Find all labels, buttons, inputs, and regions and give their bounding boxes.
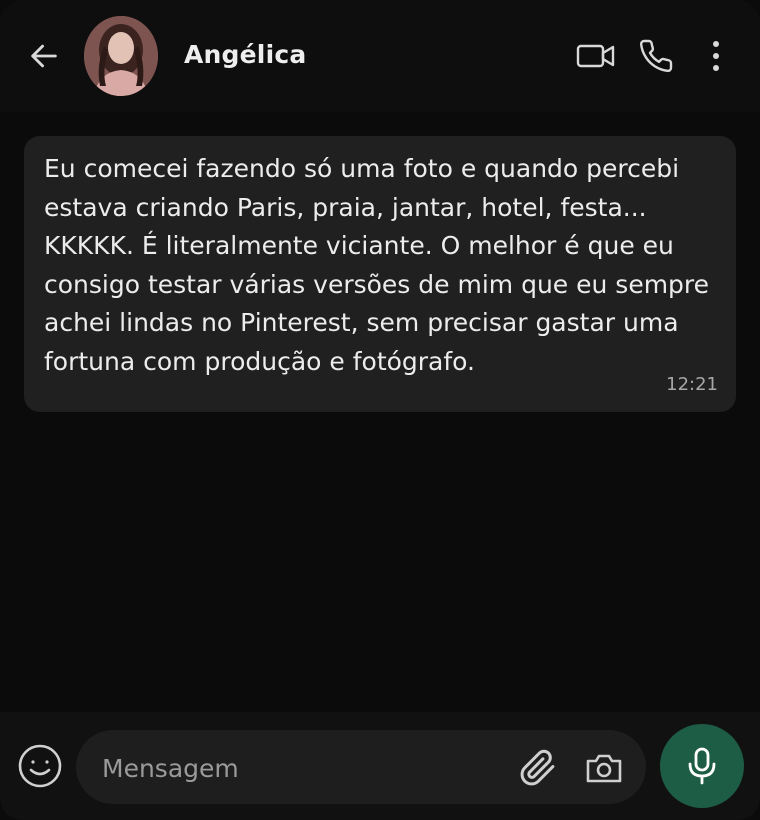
chat-header: Angélica: [0, 0, 760, 112]
composer-bar: [0, 712, 760, 820]
video-camera-icon: [576, 44, 615, 68]
voice-message-button[interactable]: [660, 724, 744, 808]
voice-call-button[interactable]: [636, 36, 676, 76]
chat-window: Angélica Eu comecei fazendo só uma foto …: [0, 0, 760, 820]
contact-name[interactable]: Angélica: [184, 40, 306, 69]
back-button[interactable]: [24, 36, 64, 76]
message-input-container: [76, 730, 646, 804]
avatar-image: [84, 16, 158, 96]
emoji-button[interactable]: [16, 742, 64, 790]
attach-button[interactable]: [516, 746, 560, 790]
microphone-icon: [688, 747, 716, 785]
message-bubble[interactable]: Eu comecei fazendo só uma foto e quando …: [24, 136, 736, 412]
message-time: 12:21: [666, 374, 718, 395]
more-options-button[interactable]: [696, 36, 736, 76]
camera-icon: [586, 754, 622, 783]
avatar[interactable]: [84, 16, 158, 96]
back-arrow-icon: [31, 44, 57, 68]
emoji-icon: [18, 744, 62, 788]
paperclip-icon: [520, 749, 555, 786]
message-input[interactable]: [100, 744, 504, 792]
camera-button[interactable]: [580, 746, 628, 790]
phone-icon: [639, 39, 673, 73]
message-text: Eu comecei fazendo só uma foto e quando …: [44, 154, 710, 376]
video-call-button[interactable]: [576, 36, 616, 76]
more-vertical-icon: [713, 41, 719, 71]
